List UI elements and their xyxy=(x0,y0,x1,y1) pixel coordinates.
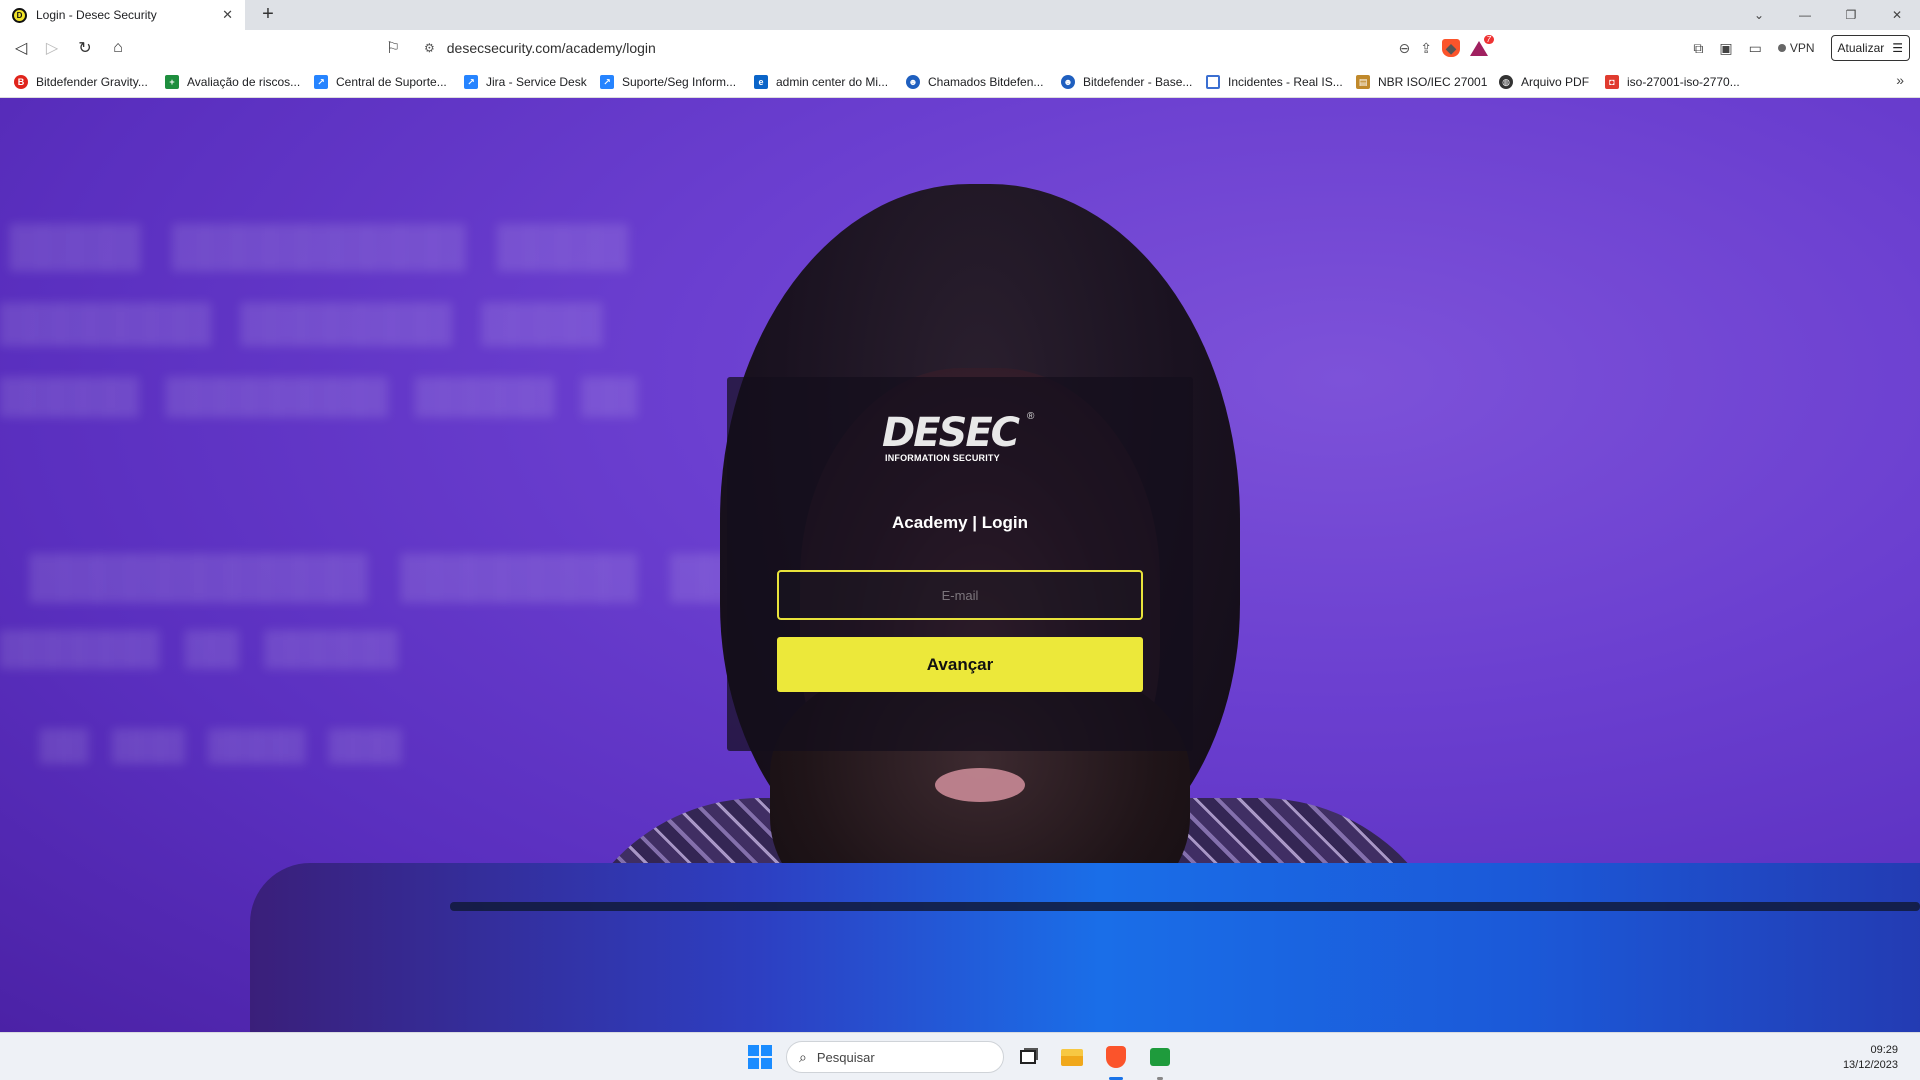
bookmark-item[interactable]: ↗ Central de Suporte... xyxy=(314,73,447,91)
reload-button[interactable]: ↻ xyxy=(73,36,97,60)
taskbar: ⌕ Pesquisar 09:29 13/12/2023 xyxy=(0,1032,1920,1080)
blurred-code-line: ▆▆▆▆▆▆▆ ▆▆▆▆▆▆▆ ▆▆▆▆ xyxy=(0,288,603,346)
sidebar-icon[interactable]: ▣ xyxy=(1719,40,1732,57)
tab-login[interactable]: D Login - Desec Security ✕ xyxy=(0,0,245,30)
update-label: Atualizar xyxy=(1837,41,1885,55)
page-title: Academy | Login xyxy=(891,513,1029,532)
logo-wordmark: DESEC xyxy=(882,410,1020,456)
blurred-code-line: ▆▆▆▆ ▆▆▆▆▆▆▆▆▆ ▆▆▆▆ xyxy=(10,208,628,271)
share-icon[interactable]: ⇪ xyxy=(1420,40,1432,57)
bookmark-item[interactable]: ◘ iso-27001-iso-2770... xyxy=(1605,73,1740,91)
taskbar-search-placeholder: Pesquisar xyxy=(816,1049,875,1065)
vpn-label: VPN xyxy=(1789,41,1815,55)
tab-search-chevron-icon[interactable]: ⌄ xyxy=(1736,0,1782,30)
windows-start-icon[interactable] xyxy=(748,1045,772,1069)
logo-registered-mark: ® xyxy=(1027,411,1035,422)
blurred-code-line: ▆▆▆▆▆▆ ▆▆ ▆▆▆▆▆ xyxy=(0,618,398,669)
system-clock[interactable]: 09:29 13/12/2023 xyxy=(1843,1043,1898,1073)
desec-logo: DESEC ® INFORMATION SECURITY xyxy=(882,410,1035,463)
url-text[interactable]: desecsecurity.com/academy/login xyxy=(447,40,656,56)
doc-stamp-icon: ▤ xyxy=(1356,75,1370,89)
wallet-icon[interactable]: ▭ xyxy=(1749,40,1762,57)
clock-date: 13/12/2023 xyxy=(1842,1059,1898,1071)
browser-toolbar: ◁ ▷ ↻ ⌂ ⚐ ⚙ desecsecurity.com/academy/lo… xyxy=(0,30,1920,66)
bookmark-item[interactable]: ↗ Jira - Service Desk xyxy=(464,73,587,91)
blurred-code-line: ▆▆▆▆▆ ▆▆▆▆▆▆▆▆ ▆▆▆▆▆ ▆▆ xyxy=(0,363,637,417)
tab-strip: D Login - Desec Security ✕ + ⌄ — ❐ ✕ xyxy=(0,0,1920,30)
person-lips-shape xyxy=(935,768,1025,802)
minimize-icon[interactable]: — xyxy=(1782,0,1828,30)
reload-icon: ↻ xyxy=(78,40,92,57)
back-button[interactable]: ◁ xyxy=(9,36,33,60)
email-field[interactable] xyxy=(777,570,1143,620)
bitdefender-icon: B xyxy=(14,75,28,89)
calendar-icon xyxy=(1206,75,1220,89)
support-agent-icon: ☻ xyxy=(906,75,920,89)
address-bar-actions: ⊖ ⇪ ◆ 7 xyxy=(1399,34,1494,62)
extensions-icon[interactable]: ⧉ xyxy=(1693,40,1703,57)
globe-icon: ◍ xyxy=(1499,75,1513,89)
jira-icon: ↗ xyxy=(464,75,478,89)
sheets-icon: + xyxy=(165,75,179,89)
bookmark-item[interactable]: ◍ Arquivo PDF xyxy=(1499,73,1589,91)
bookmark-item[interactable]: Incidentes - Real IS... xyxy=(1206,73,1343,91)
page-viewport: ▆▆▆▆ ▆▆▆▆▆▆▆▆▆ ▆▆▆▆ ▆▆▆▆▆▆▆ ▆▆▆▆▆▆▆ ▆▆▆▆… xyxy=(0,98,1920,1032)
menu-icon: ☰ xyxy=(1892,41,1903,55)
zoom-icon[interactable]: ⊖ xyxy=(1399,40,1411,57)
new-tab-button[interactable]: + xyxy=(256,3,280,27)
bookmark-item[interactable]: ↗ Suporte/Seg Inform... xyxy=(600,73,736,91)
bookmarks-bar: B Bitdefender Gravity... + Avaliação de ri… xyxy=(0,66,1920,98)
brave-browser-icon[interactable] xyxy=(1102,1043,1130,1071)
chat-app-icon[interactable] xyxy=(1146,1043,1174,1071)
bookmark-item[interactable]: + Avaliação de riscos... xyxy=(165,73,300,91)
brave-shields-icon[interactable]: ◆ xyxy=(1442,39,1460,57)
blurred-code-line: ▆▆ ▆▆▆ ▆▆▆▆ ▆▆▆ xyxy=(40,718,402,764)
vpn-status-icon xyxy=(1777,44,1786,52)
pdf-icon: ◘ xyxy=(1605,75,1619,89)
bookmark-item[interactable]: ▤ NBR ISO/IEC 27001 xyxy=(1356,73,1487,91)
monitor-shape xyxy=(250,863,1920,1032)
restore-icon[interactable]: ❐ xyxy=(1828,0,1874,30)
submit-button[interactable]: Avançar xyxy=(777,637,1143,692)
forward-arrow-icon: ▷ xyxy=(45,40,59,57)
close-tab-icon[interactable]: ✕ xyxy=(222,7,233,23)
update-button[interactable]: Atualizar ☰ xyxy=(1830,35,1910,61)
more-bookmarks-icon[interactable]: » xyxy=(1896,72,1904,88)
vpn-button[interactable]: VPN xyxy=(1777,41,1815,55)
desec-favicon-icon: D xyxy=(12,7,27,23)
bookmark-icon: ⚐ xyxy=(385,40,401,57)
rewards-badge: 7 xyxy=(1483,35,1494,44)
toolbar-right: ⧉ ▣ ▭ VPN Atualizar ☰ xyxy=(1693,34,1910,62)
jira-icon: ↗ xyxy=(600,75,614,89)
monitor-edge-line xyxy=(450,902,1920,911)
bookmark-item[interactable]: ☻ Chamados Bitdefen... xyxy=(906,73,1043,91)
file-explorer-icon[interactable] xyxy=(1058,1043,1086,1071)
close-window-icon[interactable]: ✕ xyxy=(1874,0,1920,30)
clock-time: 09:29 xyxy=(1870,1044,1898,1056)
home-icon: ⌂ xyxy=(113,39,123,56)
login-card: DESEC ® INFORMATION SECURITY Academy | L… xyxy=(727,377,1193,751)
site-settings-icon[interactable]: ⚙ xyxy=(424,41,435,55)
bookmark-item[interactable]: B Bitdefender Gravity... xyxy=(14,73,148,91)
address-bar[interactable]: ⚙ desecsecurity.com/academy/login ⊖ ⇪ ◆ … xyxy=(412,34,1494,62)
search-icon: ⌕ xyxy=(799,1048,807,1065)
window-controls: ⌄ — ❐ ✕ xyxy=(1736,0,1920,30)
home-button[interactable]: ⌂ xyxy=(106,36,130,60)
bookmark-page-button[interactable]: ⚐ xyxy=(381,36,405,60)
forward-button[interactable]: ▷ xyxy=(40,36,64,60)
jira-icon: ↗ xyxy=(314,75,328,89)
bookmark-item[interactable]: e admin center do Mi... xyxy=(754,73,888,91)
bookmark-item[interactable]: ☻ Bitdefender - Base... xyxy=(1061,73,1192,91)
support-agent-icon: ☻ xyxy=(1061,75,1075,89)
brave-rewards-icon[interactable]: 7 xyxy=(1470,35,1494,57)
exchange-icon: e xyxy=(754,75,768,89)
back-arrow-icon: ◁ xyxy=(14,40,28,57)
blurred-code-line: ▆▆▆▆▆▆▆▆▆▆ ▆▆▆▆▆▆▆ ▆▆ xyxy=(30,538,739,603)
taskbar-search[interactable]: ⌕ Pesquisar xyxy=(786,1041,1004,1073)
tab-title: Login - Desec Security xyxy=(36,8,157,22)
task-view-icon[interactable] xyxy=(1014,1043,1042,1071)
